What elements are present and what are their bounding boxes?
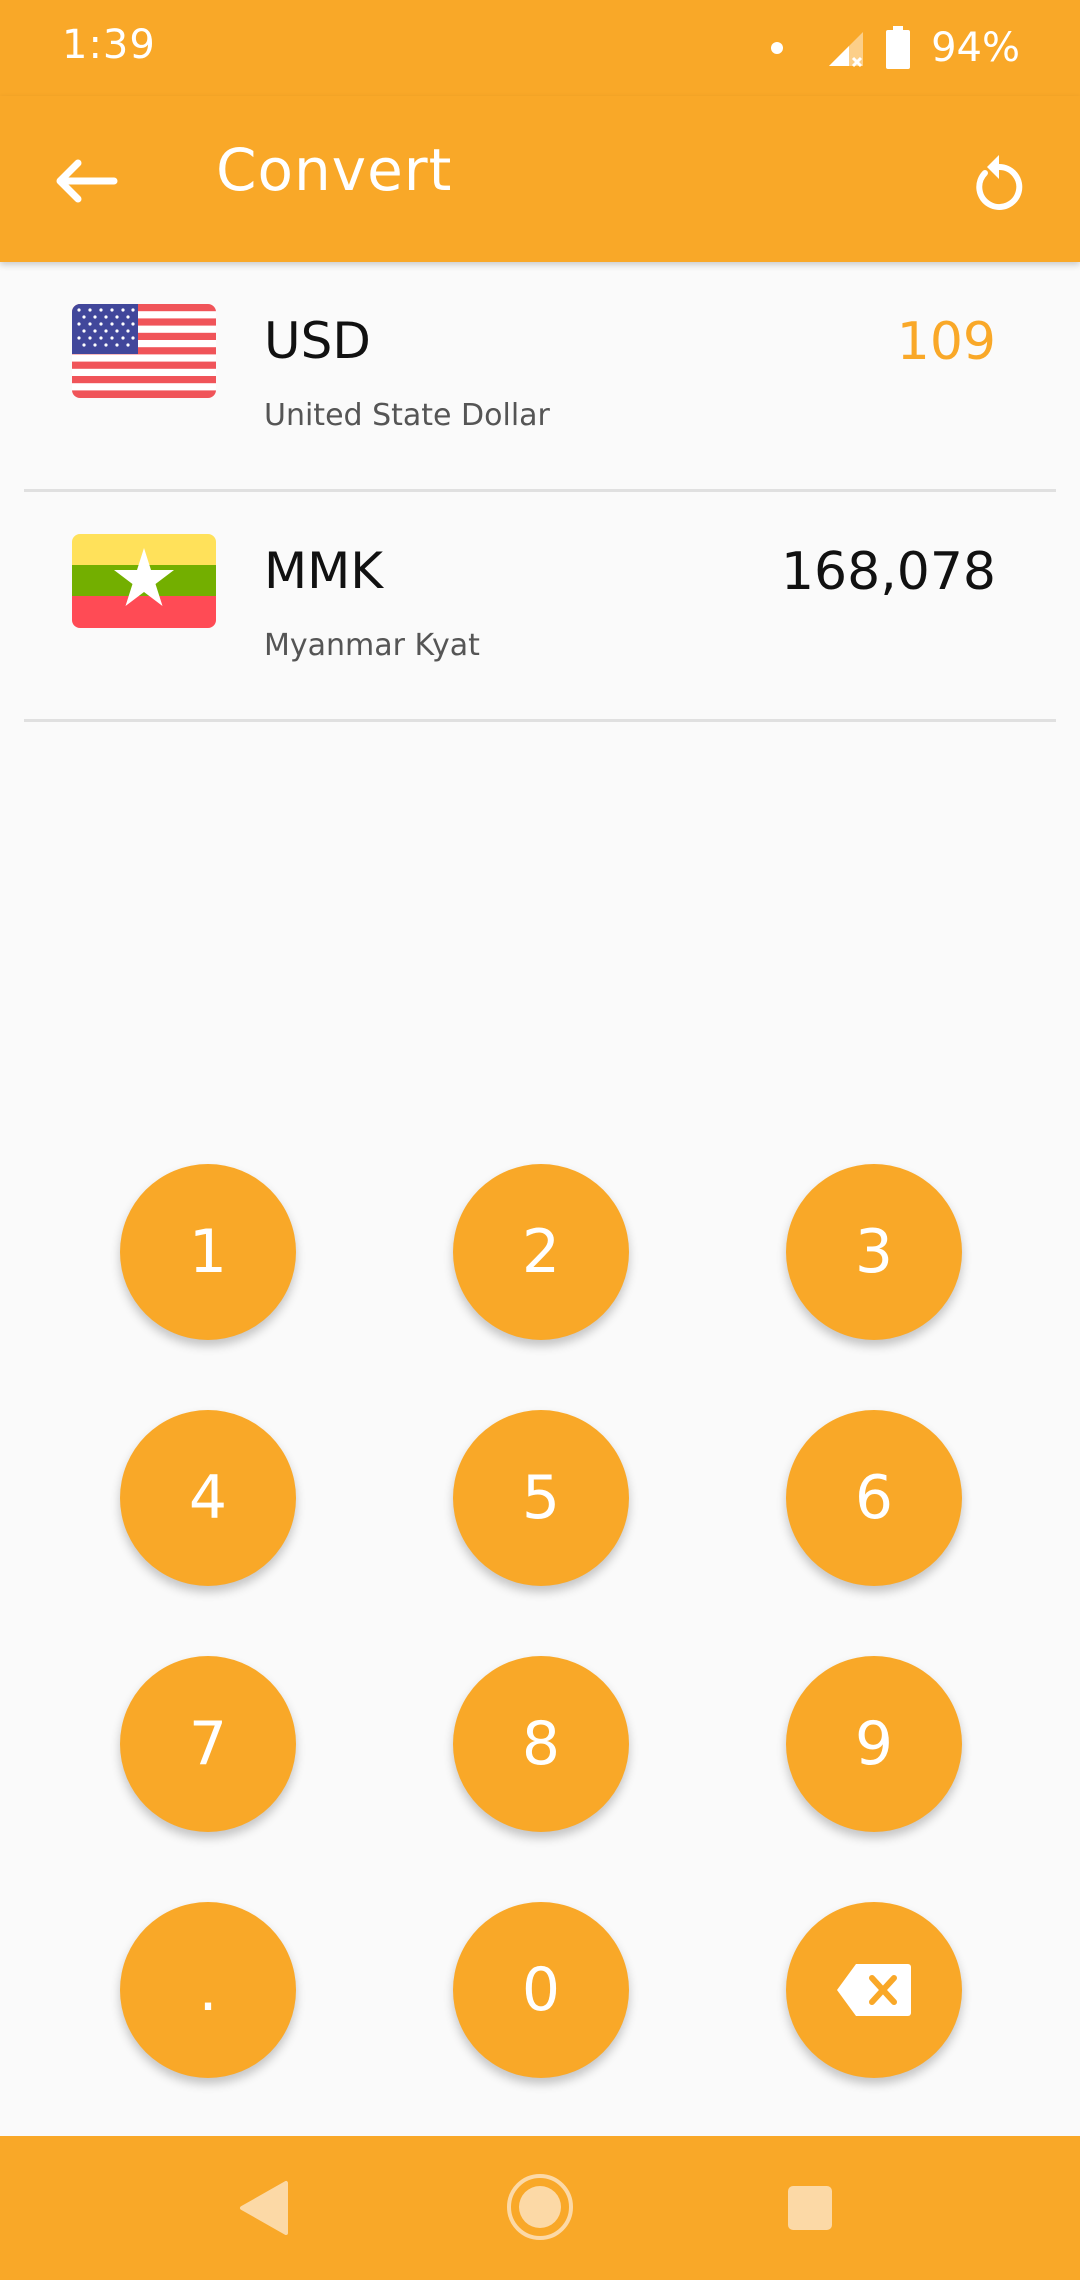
keypad: 1 2 3 4 5 6 7 8 9 . 0 — [0, 1160, 1080, 2080]
back-button[interactable] — [40, 136, 130, 226]
currency-row-usd[interactable]: USD United State Dollar 109 — [24, 262, 1056, 492]
battery-icon — [886, 26, 911, 69]
key-0[interactable]: 0 — [453, 1902, 629, 2078]
nav-recent-icon[interactable] — [788, 2186, 832, 2230]
key-6[interactable]: 6 — [786, 1410, 962, 1586]
currency-code: MMK — [264, 542, 384, 600]
currency-name: United State Dollar — [264, 398, 550, 433]
key-2[interactable]: 2 — [453, 1164, 629, 1340]
currency-row-mmk[interactable]: MMK Myanmar Kyat 168,078 — [24, 492, 1056, 722]
refresh-icon — [976, 155, 1023, 210]
backspace-icon — [837, 1964, 911, 2016]
key-decimal[interactable]: . — [120, 1902, 296, 2078]
key-3[interactable]: 3 — [786, 1164, 962, 1340]
app-bar: Convert — [0, 96, 1080, 262]
backspace-button[interactable] — [786, 1902, 962, 2078]
key-9[interactable]: 9 — [786, 1656, 962, 1832]
key-5[interactable]: 5 — [453, 1410, 629, 1586]
page-title: Convert — [216, 136, 453, 204]
status-time: 1:39 — [62, 22, 156, 68]
key-7[interactable]: 7 — [120, 1656, 296, 1832]
nav-home-icon[interactable] — [505, 2172, 575, 2242]
currency-name: Myanmar Kyat — [264, 628, 480, 663]
myanmar-flag-icon — [72, 534, 216, 628]
arrow-back-icon — [56, 159, 118, 203]
currency-value: 168,078 — [780, 542, 996, 602]
nav-back-icon[interactable] — [238, 2180, 290, 2236]
key-4[interactable]: 4 — [120, 1410, 296, 1586]
us-flag-icon — [72, 304, 216, 398]
currency-value-input[interactable]: 109 — [897, 312, 996, 372]
system-nav-bar — [0, 2136, 1080, 2280]
status-bar: 1:39 94% — [0, 0, 1080, 96]
key-8[interactable]: 8 — [453, 1656, 629, 1832]
notification-dot-icon — [771, 42, 784, 54]
reset-button[interactable] — [954, 138, 1044, 228]
currency-code: USD — [264, 312, 371, 370]
key-1[interactable]: 1 — [120, 1164, 296, 1340]
status-icons: 94% — [771, 22, 1020, 74]
battery-percent: 94% — [931, 25, 1020, 71]
signal-icon — [829, 32, 864, 68]
